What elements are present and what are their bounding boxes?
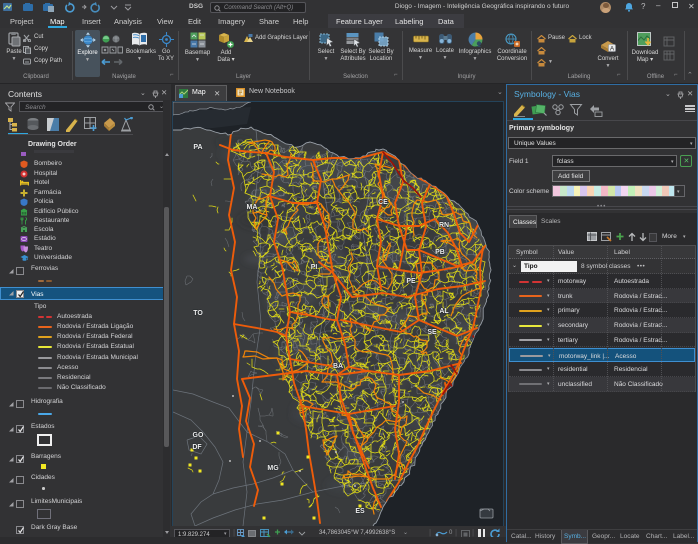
svg-text:BA: BA: [333, 363, 343, 370]
svg-text:ES: ES: [355, 508, 365, 515]
svg-text:A: A: [610, 45, 615, 52]
svg-text:RN: RN: [439, 222, 449, 229]
svg-text:SE: SE: [427, 329, 437, 336]
svg-text:MA: MA: [247, 204, 258, 211]
svg-text:GO: GO: [193, 432, 204, 439]
svg-text:DF: DF: [192, 444, 202, 451]
svg-text:AL: AL: [439, 308, 449, 315]
svg-text:PE: PE: [406, 278, 416, 285]
svg-text:TO: TO: [193, 310, 203, 317]
svg-text:CE: CE: [378, 199, 388, 206]
svg-text:PI: PI: [311, 264, 318, 271]
svg-text:PA: PA: [193, 144, 202, 151]
svg-text:PB: PB: [435, 249, 445, 256]
svg-text:MG: MG: [267, 465, 279, 472]
